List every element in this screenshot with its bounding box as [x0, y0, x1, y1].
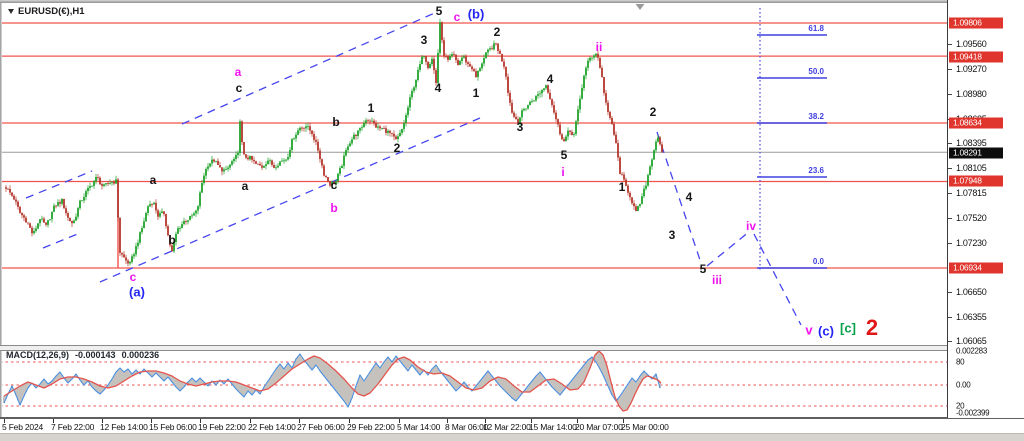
macd-indicator-label: MACD(12,26,9) -0.000143 0.000236 [6, 350, 159, 360]
price-tick-mark [948, 341, 952, 342]
price-tick-label: 1.08980 [956, 89, 986, 99]
price-tick-label: 1.06650 [956, 287, 986, 297]
macd-scale-label: 0.002283 [956, 347, 987, 356]
fibonacci-retracement[interactable]: 61.8 50.0 38.2 23.6 0.0 [757, 24, 827, 268]
time-axis-label: 7 Feb 22:00 [51, 422, 94, 432]
price-tick-mark [948, 193, 952, 194]
price-badge: 1.09418 [949, 52, 1003, 63]
time-axis-label: 15 Mar 14:00 [529, 422, 577, 432]
price-tick-label: 1.09270 [956, 64, 986, 74]
price-tick-label: 1.08105 [956, 163, 986, 173]
macd-scale-label: 0.00 [956, 381, 970, 390]
time-axis-label: 15 Feb 06:00 [149, 422, 197, 432]
price-tick-mark [948, 292, 952, 293]
window-bottom-strip [0, 433, 1024, 441]
macd-main-value: -0.000143 [75, 350, 116, 360]
price-tick-label: 1.07815 [956, 188, 986, 198]
chart-shift-marker-icon [636, 4, 645, 10]
price-badge: 1.08291 [949, 148, 1003, 159]
fib-level-label: 38.2 [808, 112, 824, 121]
time-axis-label: 19 Feb 22:00 [198, 422, 246, 432]
price-tick-label: 1.08395 [956, 138, 986, 148]
time-axis-label: 20 Mar 07:00 [575, 422, 623, 432]
time-axis-label: 12 Feb 14:00 [100, 422, 148, 432]
price-tick-mark [948, 218, 952, 219]
symbol-dropdown-icon [8, 9, 14, 14]
time-axis-label: 22 Feb 14:00 [248, 422, 296, 432]
time-axis-label: 8 Mar 06:00 [445, 422, 488, 432]
symbol-timeframe-label[interactable]: EURUSD(€),H1 [8, 6, 85, 17]
price-tick-label: 1.06355 [956, 312, 986, 322]
fib-level-label: 23.6 [808, 166, 824, 175]
price-tick-mark [948, 168, 952, 169]
time-axis[interactable]: 5 Feb 2024 7 Feb 22:00 12 Feb 14:0015 Feb … [0, 419, 1024, 433]
price-badge: 1.07948 [949, 176, 1003, 187]
macd-scale-label: -0.002399 [956, 409, 989, 418]
fib-level-label: 61.8 [808, 24, 824, 33]
time-axis-label: 5 Mar 14:00 [397, 422, 440, 432]
price-tick-mark [948, 94, 952, 95]
price-tick-mark [948, 44, 952, 45]
symbol-text: EURUSD(€),H1 [18, 6, 85, 17]
price-tick-label: 1.09560 [956, 39, 986, 49]
time-axis-label: 25 Mar 00:00 [621, 422, 669, 432]
price-tick-mark [948, 69, 952, 70]
macd-signal-value: 0.000236 [122, 350, 160, 360]
macd-scale-label: 80 [956, 358, 964, 367]
mt4-chart-window: 61.850.038.223.60.0 abc(a)acabcb12345c(b… [0, 0, 1024, 441]
price-axis[interactable]: 1.095601.092701.089801.086851.083951.081… [947, 0, 1024, 418]
macd-title: MACD(12,26,9) [6, 350, 69, 360]
fib-level-label: 50.0 [808, 67, 824, 76]
price-badge: 1.09806 [949, 18, 1003, 29]
fib-level-label: 0.0 [813, 257, 825, 266]
price-tick-label: 1.07230 [956, 238, 986, 248]
price-tick-mark [948, 317, 952, 318]
trendlines[interactable] [26, 12, 801, 325]
price-badge: 1.08634 [949, 118, 1003, 129]
price-badge: 1.06934 [949, 263, 1003, 274]
time-axis-label: 5 Feb 2024 [2, 422, 43, 432]
time-axis-label: 12 Mar 22:00 [483, 422, 531, 432]
price-tick-label: 1.07520 [956, 213, 986, 223]
price-tick-label: 1.06065 [956, 336, 986, 346]
time-axis-label: 29 Feb 22:00 [347, 422, 395, 432]
window-top-border [0, 0, 1024, 3]
time-axis-label: 27 Feb 06:00 [297, 422, 345, 432]
window-left-border [0, 3, 2, 417]
price-tick-mark [948, 143, 952, 144]
price-tick-mark [948, 243, 952, 244]
macd-indicator [0, 351, 947, 411]
